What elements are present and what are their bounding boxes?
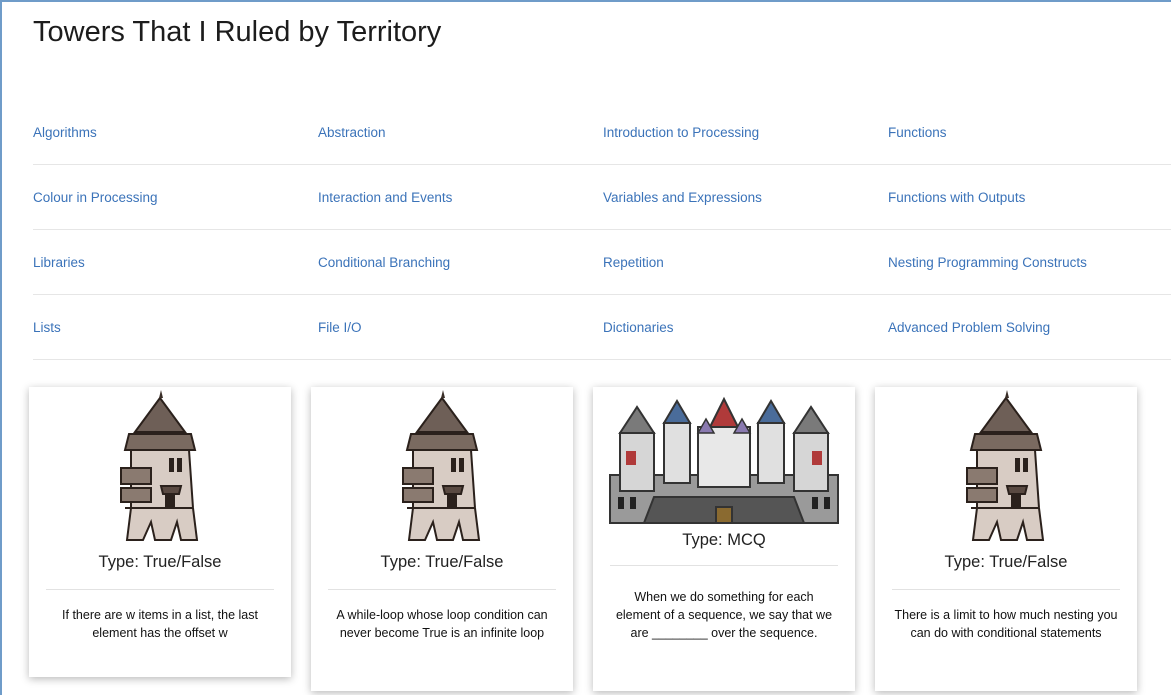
topic-row: Lists File I/O Dictionaries Advanced Pro… (33, 295, 1171, 360)
page: Towers That I Ruled by Territory Algorit… (0, 0, 1171, 695)
topic-row: Colour in Processing Interaction and Eve… (33, 165, 1171, 230)
topic-link[interactable]: Introduction to Processing (603, 125, 888, 140)
question-card[interactable]: Type: True/False There is a limit to how… (875, 387, 1137, 691)
topic-link[interactable]: Libraries (33, 255, 318, 270)
question-text: If there are w items in a list, the last… (62, 608, 258, 640)
castle-icon (593, 387, 855, 525)
question-card[interactable]: Type: True/False If there are w items in… (29, 387, 291, 677)
topic-grid: Algorithms Abstraction Introduction to P… (33, 100, 1171, 360)
topic-link[interactable]: Functions with Outputs (888, 190, 1171, 205)
topic-link[interactable]: Functions (888, 125, 1171, 140)
question-type: Type: True/False (944, 553, 1068, 571)
tower-icon (875, 387, 1137, 545)
topic-link[interactable]: Abstraction (318, 125, 603, 140)
question-type: Type: True/False (98, 553, 222, 571)
topic-link[interactable]: Algorithms (33, 125, 318, 140)
topic-link[interactable]: Nesting Programming Constructs (888, 255, 1171, 270)
question-type: Type: MCQ (682, 531, 766, 549)
topic-link[interactable]: Colour in Processing (33, 190, 318, 205)
topic-link[interactable]: Interaction and Events (318, 190, 603, 205)
page-title: Towers That I Ruled by Territory (33, 16, 442, 48)
question-card[interactable]: Type: True/False A while-loop whose loop… (311, 387, 573, 691)
topic-link[interactable]: Repetition (603, 255, 888, 270)
topic-link[interactable]: Variables and Expressions (603, 190, 888, 205)
topic-link[interactable]: File I/O (318, 320, 603, 335)
topic-link[interactable]: Dictionaries (603, 320, 888, 335)
tower-icon (29, 387, 291, 545)
question-cards: Type: True/False If there are w items in… (29, 387, 1137, 691)
question-type: Type: True/False (380, 553, 504, 571)
topic-link[interactable]: Lists (33, 320, 318, 335)
topic-row: Algorithms Abstraction Introduction to P… (33, 100, 1171, 165)
question-text: A while-loop whose loop condition can ne… (336, 608, 548, 640)
question-text: When we do something for each element of… (615, 590, 833, 640)
topic-link[interactable]: Advanced Problem Solving (888, 320, 1171, 335)
topic-link[interactable]: Conditional Branching (318, 255, 603, 270)
tower-icon (311, 387, 573, 545)
question-text: There is a limit to how much nesting you… (894, 608, 1118, 640)
topic-row: Libraries Conditional Branching Repetiti… (33, 230, 1171, 295)
question-card[interactable]: Type: MCQ When we do something for each … (593, 387, 855, 691)
